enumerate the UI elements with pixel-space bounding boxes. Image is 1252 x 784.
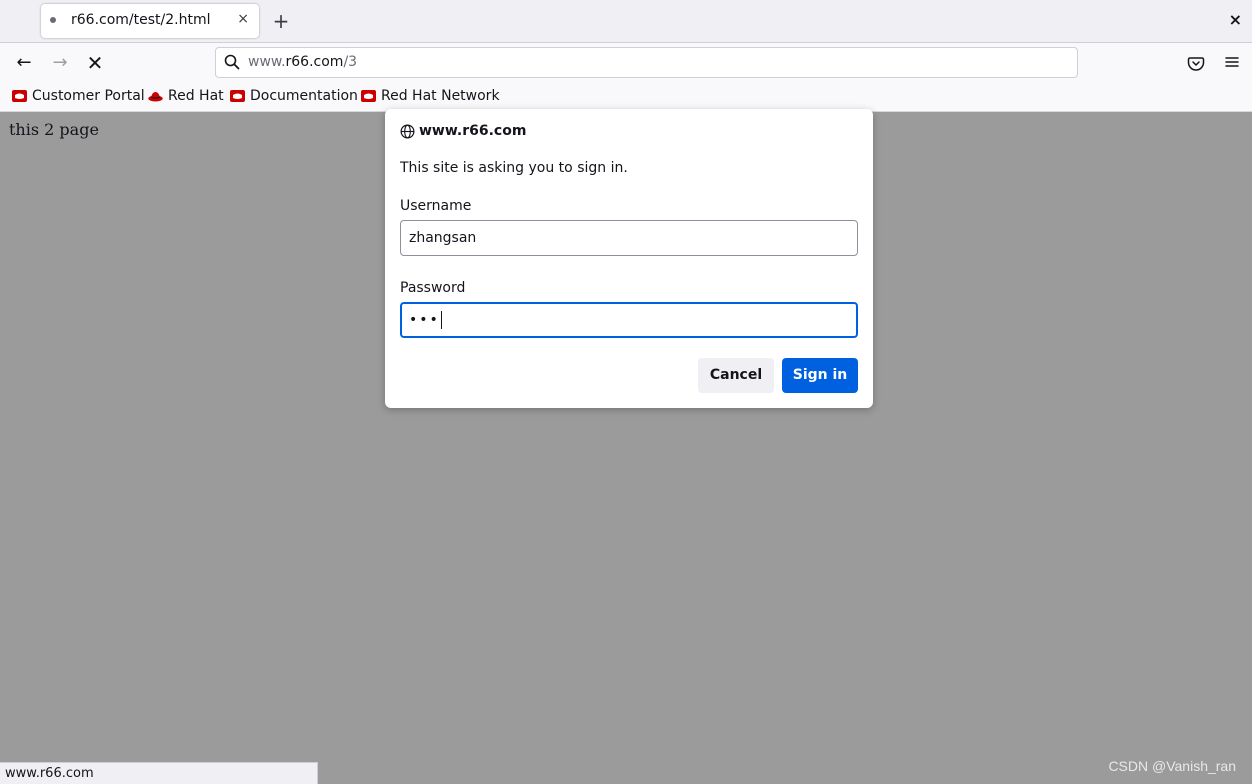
back-button[interactable]: ← — [12, 51, 36, 75]
bookmark-documentation[interactable]: Documentation — [230, 88, 358, 104]
password-label: Password — [400, 280, 466, 296]
redhat-fedora-icon — [148, 92, 163, 102]
bookmark-label: Red Hat — [168, 88, 224, 104]
username-field[interactable]: zhangsan — [400, 220, 858, 256]
username-value: zhangsan — [409, 230, 477, 246]
bookmark-customer-portal[interactable]: Customer Portal — [12, 88, 145, 104]
cancel-button[interactable]: Cancel — [698, 358, 774, 393]
tab-title: r66.com/test/2.html — [71, 12, 211, 28]
pocket-icon[interactable] — [1187, 54, 1205, 72]
bookmarks-toolbar: Customer Portal Red Hat Documentation Re… — [0, 83, 1252, 112]
redhat-bookmark-icon — [361, 90, 376, 102]
redhat-bookmark-icon — [230, 90, 245, 102]
hamburger-menu-icon[interactable] — [1223, 53, 1241, 71]
page-body-text: this 2 page — [9, 120, 99, 139]
watermark-text: CSDN @Vanish_ran — [1108, 758, 1236, 774]
url-prefix: www. — [248, 54, 286, 70]
redhat-bookmark-icon — [12, 90, 27, 102]
url-bar[interactable]: www.r66.com/3 — [215, 47, 1078, 78]
bookmark-red-hat[interactable]: Red Hat — [148, 88, 224, 104]
dialog-host-text: www.r66.com — [419, 123, 527, 139]
url-host: r66.com — [285, 54, 344, 70]
tab-active[interactable]: r66.com/test/2.html × — [41, 4, 259, 38]
password-field[interactable]: ••• — [400, 302, 858, 338]
dialog-message: This site is asking you to sign in. — [400, 160, 628, 176]
sign-in-dialog: www.r66.com This site is asking you to s… — [385, 109, 873, 408]
globe-icon — [400, 124, 415, 138]
bookmark-label: Customer Portal — [32, 88, 145, 104]
stop-loading-button[interactable]: ✕ — [83, 51, 107, 75]
window-close-button[interactable]: × — [1229, 10, 1242, 29]
password-value: ••• — [409, 312, 440, 328]
navigation-bar: ← → ✕ www.r66.com/3 — [0, 43, 1252, 83]
search-icon — [224, 54, 240, 70]
bookmark-label: Red Hat Network — [381, 88, 500, 104]
tab-loading-icon — [50, 17, 56, 23]
new-tab-button[interactable]: + — [271, 7, 291, 35]
username-label: Username — [400, 198, 472, 214]
status-bar: www.r66.com — [0, 762, 318, 784]
forward-button[interactable]: → — [48, 51, 72, 75]
text-caret — [440, 311, 442, 329]
url-text: www.r66.com/3 — [248, 54, 357, 70]
bookmark-red-hat-network[interactable]: Red Hat Network — [361, 88, 500, 104]
bookmark-label: Documentation — [250, 88, 358, 104]
url-path: /3 — [343, 54, 358, 70]
tab-close-icon[interactable]: × — [237, 11, 249, 27]
dialog-host: www.r66.com — [400, 123, 526, 139]
tab-strip: r66.com/test/2.html × + × — [0, 0, 1252, 43]
sign-in-button[interactable]: Sign in — [782, 358, 858, 393]
